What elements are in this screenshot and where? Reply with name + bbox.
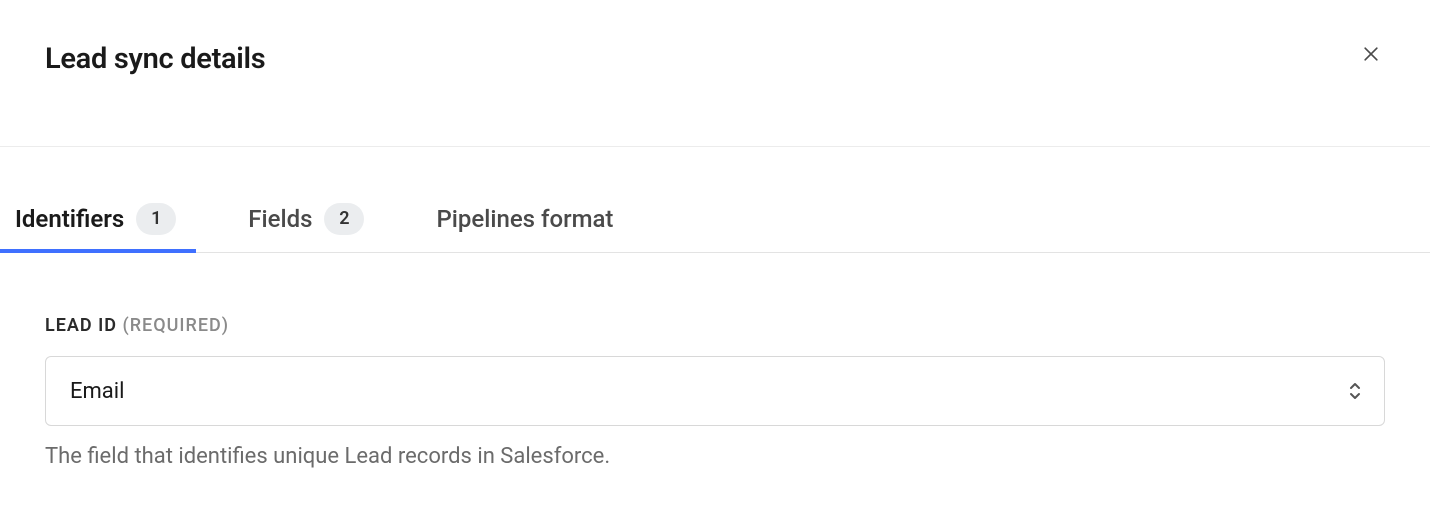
tab-badge: 1 xyxy=(136,203,176,235)
content: LEAD ID (REQUIRED) Email The field that … xyxy=(0,253,1430,469)
lead-id-select[interactable]: Email xyxy=(45,356,1385,426)
close-icon xyxy=(1361,44,1381,67)
tab-label: Identifiers xyxy=(15,205,124,233)
tabs: Identifiers 1 Fields 2 Pipelines format xyxy=(0,185,1430,253)
tab-label: Pipelines format xyxy=(436,205,613,233)
header: Lead sync details xyxy=(0,0,1430,76)
tab-badge: 2 xyxy=(324,203,364,235)
lead-id-helper: The field that identifies unique Lead re… xyxy=(45,444,1385,469)
lead-id-label: LEAD ID (REQUIRED) xyxy=(45,315,1385,336)
close-button[interactable] xyxy=(1357,40,1385,71)
lead-id-select-wrapper: Email xyxy=(45,356,1385,426)
tab-pipelines-format[interactable]: Pipelines format xyxy=(436,185,613,252)
header-divider xyxy=(0,146,1430,147)
lead-id-required: (REQUIRED) xyxy=(122,315,229,336)
tab-label: Fields xyxy=(248,205,312,233)
page-title: Lead sync details xyxy=(45,42,265,76)
lead-id-select-value: Email xyxy=(70,379,124,404)
tab-identifiers[interactable]: Identifiers 1 xyxy=(15,185,176,252)
tab-fields[interactable]: Fields 2 xyxy=(248,185,364,252)
lead-id-label-text: LEAD ID xyxy=(45,315,117,336)
